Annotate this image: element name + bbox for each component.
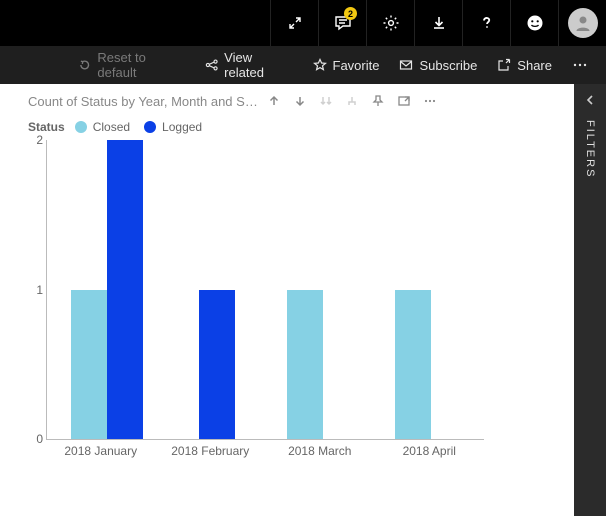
arrow-up-icon — [267, 94, 281, 108]
bar-logged[interactable] — [107, 140, 143, 439]
pin-visual-button[interactable] — [368, 91, 388, 111]
visual-title: Count of Status by Year, Month and St... — [28, 94, 258, 109]
x-tick: 2018 April — [375, 444, 485, 460]
person-icon — [573, 13, 593, 33]
legend-swatch-closed — [75, 121, 87, 133]
legend-swatch-logged — [144, 121, 156, 133]
view-related-label: View related — [224, 50, 292, 80]
related-icon — [205, 58, 218, 72]
y-tick: 0 — [29, 432, 43, 446]
x-tick: 2018 January — [46, 444, 156, 460]
reset-label: Reset to default — [97, 50, 184, 80]
share-button[interactable]: Share — [487, 58, 562, 73]
more-actions-button[interactable] — [562, 58, 598, 72]
arrow-down-icon — [293, 94, 307, 108]
avatar — [568, 8, 598, 38]
expand-icon — [287, 15, 303, 31]
ellipsis-icon — [423, 94, 437, 108]
share-label: Share — [517, 58, 552, 73]
filters-pane-collapsed: FILTERS — [574, 84, 606, 516]
fullscreen-button[interactable] — [270, 0, 318, 46]
y-tick: 2 — [29, 133, 43, 147]
visual-header: Count of Status by Year, Month and St... — [0, 84, 606, 114]
bar-closed[interactable] — [71, 290, 107, 440]
download-button[interactable] — [414, 0, 462, 46]
pin-icon — [371, 94, 385, 108]
gear-icon — [382, 14, 400, 32]
bar-closed[interactable] — [395, 290, 431, 440]
account-button[interactable] — [558, 0, 606, 46]
plot-area: 0 1 2 — [46, 140, 484, 440]
reset-icon — [78, 58, 91, 72]
drill-down-button[interactable] — [290, 91, 310, 111]
bar-logged[interactable] — [199, 290, 235, 440]
settings-button[interactable] — [366, 0, 414, 46]
chevron-left-icon — [584, 94, 596, 106]
feedback-button[interactable] — [510, 0, 558, 46]
share-icon — [497, 58, 511, 72]
view-related-button[interactable]: View related — [195, 50, 303, 80]
global-command-bar: 2 — [0, 0, 606, 46]
legend-item-logged[interactable]: Logged — [162, 120, 202, 134]
legend-title: Status — [28, 120, 65, 134]
subscribe-button[interactable]: Subscribe — [389, 58, 487, 73]
x-tick: 2018 February — [156, 444, 266, 460]
download-icon — [431, 15, 447, 31]
visual-more-button[interactable] — [420, 91, 440, 111]
subscribe-label: Subscribe — [419, 58, 477, 73]
drill-up-button[interactable] — [264, 91, 284, 111]
notification-badge: 2 — [344, 7, 357, 20]
question-icon — [479, 15, 495, 31]
reset-to-default-button: Reset to default — [68, 50, 195, 80]
star-icon — [313, 58, 327, 72]
favorite-button[interactable]: Favorite — [303, 58, 390, 73]
bar-closed[interactable] — [287, 290, 323, 440]
x-axis-labels: 2018 January 2018 February 2018 March 20… — [46, 444, 484, 460]
report-action-bar: Reset to default View related Favorite S… — [0, 46, 606, 84]
smile-icon — [526, 14, 544, 32]
legend-item-closed[interactable]: Closed — [93, 120, 130, 134]
filters-label[interactable]: FILTERS — [584, 120, 596, 178]
drill-down-all-button[interactable] — [316, 91, 336, 111]
expand-next-level-button[interactable] — [342, 91, 362, 111]
ellipsis-icon — [572, 58, 588, 72]
favorite-label: Favorite — [333, 58, 380, 73]
focus-icon — [397, 94, 411, 108]
bar-chart: 0 1 2 2018 January 2018 February 2018 Ma… — [28, 140, 484, 490]
hierarchy-icon — [345, 94, 359, 108]
double-arrow-down-icon — [319, 94, 333, 108]
expand-filters-button[interactable] — [584, 94, 596, 106]
focus-mode-button[interactable] — [394, 91, 414, 111]
mail-icon — [399, 58, 413, 72]
x-tick: 2018 March — [265, 444, 375, 460]
notifications-button[interactable]: 2 — [318, 0, 366, 46]
help-button[interactable] — [462, 0, 510, 46]
chart-legend: Status Closed Logged — [0, 114, 606, 138]
y-tick: 1 — [29, 283, 43, 297]
